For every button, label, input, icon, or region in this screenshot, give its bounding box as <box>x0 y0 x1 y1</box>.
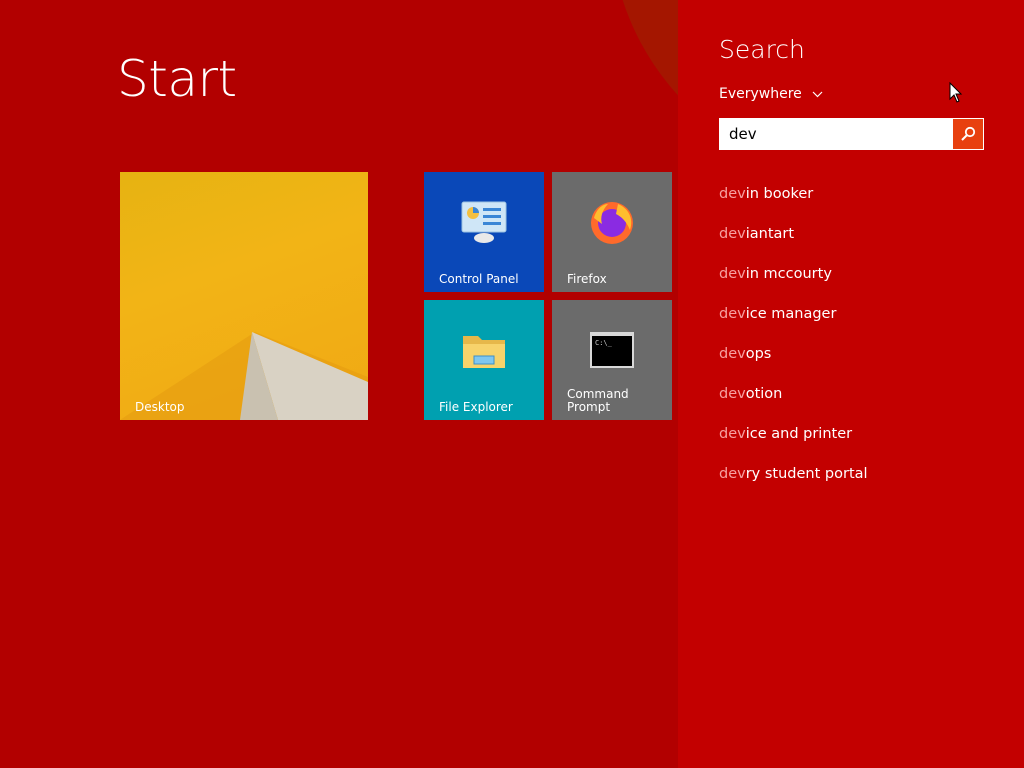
firefox-icon <box>591 202 633 244</box>
suggestion-match: dev <box>719 186 746 202</box>
tile-firefox[interactable]: Firefox <box>552 172 672 292</box>
search-suggestion[interactable]: devin booker <box>719 184 868 224</box>
control-panel-icon <box>461 201 507 243</box>
chevron-down-icon <box>812 91 823 97</box>
suggestion-rest: ops <box>745 346 772 362</box>
tile-control-panel[interactable]: Control Panel <box>424 172 544 292</box>
suggestion-match: dev <box>719 266 746 282</box>
folder-icon <box>463 336 505 368</box>
suggestion-match: dev <box>719 426 746 442</box>
search-suggestion[interactable]: devotion <box>719 384 868 424</box>
suggestion-rest: in mccourty <box>745 266 832 282</box>
start-screen: Start Desktop Control Panel Firefox File… <box>0 0 678 768</box>
suggestion-rest: iantart <box>745 226 795 242</box>
tile-file-explorer[interactable]: File Explorer <box>424 300 544 420</box>
scope-label: Everywhere <box>719 86 802 102</box>
search-input[interactable] <box>720 119 954 149</box>
search-icon <box>961 126 976 141</box>
search-box <box>719 118 984 150</box>
start-title: Start <box>117 50 237 108</box>
suggestion-match: dev <box>719 386 746 402</box>
suggestion-match: dev <box>719 226 746 242</box>
search-suggestion[interactable]: device and printer <box>719 424 868 464</box>
search-heading: Search <box>719 35 805 64</box>
suggestion-match: dev <box>719 466 746 482</box>
tile-label: Command Prompt <box>567 387 629 414</box>
suggestion-match: dev <box>719 306 746 322</box>
tile-label: Control Panel <box>439 272 519 286</box>
search-suggestion[interactable]: devin mccourty <box>719 264 868 304</box>
search-pane: Search Everywhere devin booker deviantar… <box>678 0 1024 768</box>
suggestion-rest: ice manager <box>745 306 837 322</box>
search-scope-dropdown[interactable]: Everywhere <box>719 86 823 102</box>
suggestion-rest: ice and printer <box>745 426 853 442</box>
search-suggestion[interactable]: deviantart <box>719 224 868 264</box>
mouse-pointer-icon <box>949 82 963 103</box>
tile-label: File Explorer <box>439 400 513 414</box>
search-suggestion[interactable]: device manager <box>719 304 868 344</box>
suggestion-rest: ry student portal <box>745 466 868 482</box>
search-button[interactable] <box>953 119 983 149</box>
suggestion-match: dev <box>719 346 746 362</box>
command-prompt-icon: C:\_ <box>590 332 634 368</box>
svg-text:C:\_: C:\_ <box>595 339 613 347</box>
tile-command-prompt[interactable]: C:\_ Command Prompt <box>552 300 672 420</box>
desktop-wallpaper-icon <box>120 332 368 420</box>
search-suggestions: devin booker deviantart devin mccourty d… <box>719 184 868 504</box>
search-suggestion[interactable]: devry student portal <box>719 464 868 504</box>
suggestion-rest: in booker <box>745 186 814 202</box>
search-suggestion[interactable]: devops <box>719 344 868 384</box>
suggestion-rest: otion <box>745 386 783 402</box>
background-arc <box>610 0 678 180</box>
tile-label: Desktop <box>135 400 185 414</box>
tile-desktop[interactable]: Desktop <box>120 172 368 420</box>
tile-label: Firefox <box>567 272 607 286</box>
